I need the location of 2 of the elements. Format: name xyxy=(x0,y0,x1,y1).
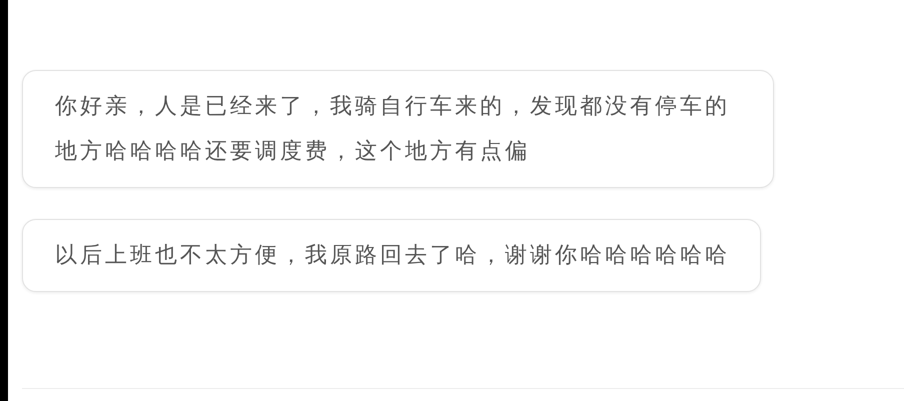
message-text: 你好亲，人是已经来了，我骑自行车来的，发现都没有停车的地方哈哈哈哈还要调度费，这个地方有点偏 xyxy=(55,93,731,166)
message-text: 以后上班也不太方便，我原路回去了哈，谢谢你哈哈哈哈哈哈 xyxy=(55,242,730,270)
